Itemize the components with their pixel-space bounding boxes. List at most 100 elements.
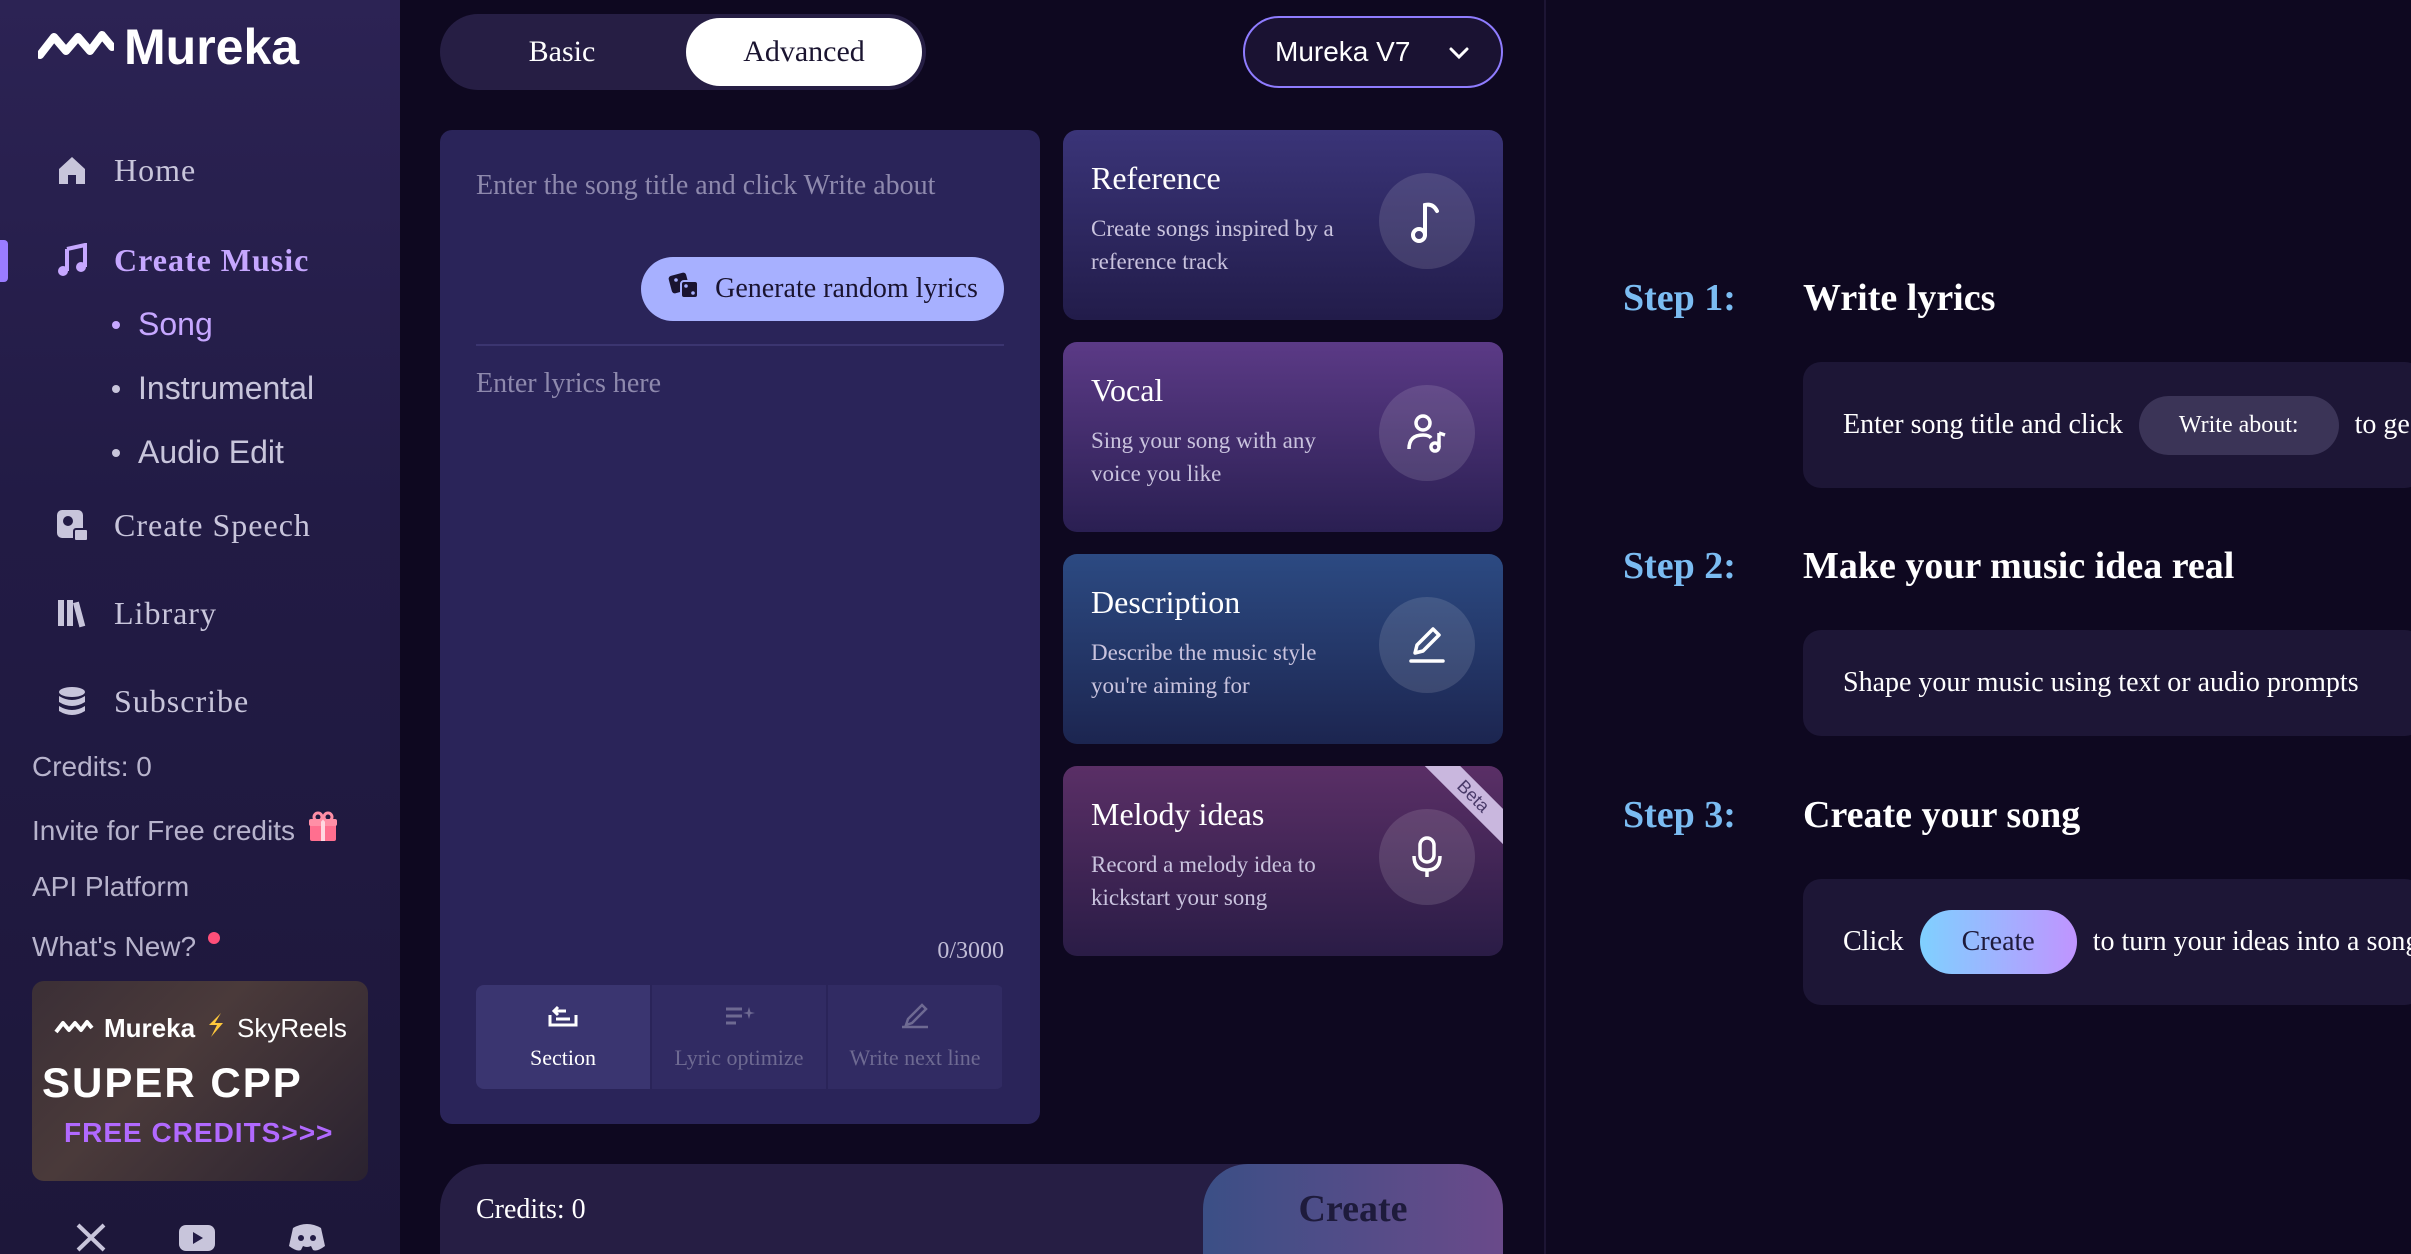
api-platform-link[interactable]: API Platform	[32, 871, 189, 903]
step-3-text-after: to turn your ideas into a song	[2092, 926, 2411, 957]
step-1-label: Step 1:	[1623, 277, 1736, 319]
step-2-text: Shape your music using text or audio pro…	[1843, 667, 2359, 698]
promo-banner[interactable]: Mureka SkyReels SUPER CPP FREE CREDITS>>…	[32, 981, 368, 1181]
api-platform-label: API Platform	[32, 871, 190, 902]
divider	[476, 344, 1004, 346]
credits-text: Credits: 0	[32, 751, 152, 783]
mode-basic-button[interactable]: Basic	[444, 18, 680, 86]
mureka-logo-icon	[36, 25, 116, 70]
nav-library[interactable]: Library	[52, 593, 217, 633]
nav-library-label: Library	[114, 594, 217, 631]
credits-label: Credits: 0	[32, 751, 152, 782]
music-note-icon	[1379, 173, 1475, 269]
step-2-title: Make your music idea real	[1803, 545, 2235, 587]
nav-subscribe[interactable]: Subscribe	[52, 681, 249, 721]
character-count: 0/3000	[937, 938, 1004, 964]
lyric-optimize-button[interactable]: Lyric optimize	[652, 985, 828, 1089]
dice-icon	[667, 268, 701, 310]
mode-advanced-button[interactable]: Advanced	[686, 18, 922, 86]
vertical-separator	[1544, 0, 1546, 1254]
nav-subscribe-label: Subscribe	[114, 682, 250, 719]
speech-icon	[52, 505, 92, 545]
lyric-optimize-label: Lyric optimize	[674, 1045, 804, 1070]
promo-brands: Mureka SkyReels	[54, 1011, 347, 1046]
bullet	[112, 448, 120, 457]
step-1-box: Enter song title and click Write about: …	[1803, 362, 2411, 488]
chevron-down-icon	[1447, 36, 1471, 68]
nav-create-speech[interactable]: Create Speech	[52, 505, 311, 545]
generate-random-lyrics-label: Generate random lyrics	[715, 273, 978, 304]
section-icon	[546, 1003, 580, 1035]
x-icon[interactable]	[75, 1222, 107, 1254]
bullet	[112, 384, 120, 393]
step-1-title: Write lyrics	[1803, 277, 1996, 319]
active-indicator	[0, 240, 8, 282]
logo-text: Mureka	[124, 19, 300, 75]
home-icon	[52, 150, 92, 190]
card-description: Create songs inspired by a reference tra…	[1091, 216, 1334, 274]
card-description: Record a melody idea to kickstart your s…	[1091, 852, 1316, 910]
lyrics-textarea[interactable]: Enter lyrics here	[476, 368, 661, 400]
social-links	[75, 1222, 327, 1254]
description-card[interactable]: Description Describe the music style you…	[1063, 554, 1503, 744]
step-3-text-before: Click	[1843, 926, 1904, 957]
sub-nav-instrumental-label: Instrumental	[138, 370, 315, 406]
step-2-box: Shape your music using text or audio pro…	[1803, 630, 2411, 736]
step-3-title: Create your song	[1803, 794, 2081, 836]
logo[interactable]: Mureka	[36, 18, 300, 76]
mureka-logo-icon	[54, 1013, 94, 1044]
write-next-line-button[interactable]: Write next line	[828, 985, 1004, 1089]
generate-random-lyrics-button[interactable]: Generate random lyrics	[641, 257, 1004, 321]
skyreels-logo-icon	[205, 1011, 227, 1046]
card-description: Describe the music style you're aiming f…	[1091, 640, 1317, 698]
nav-home-label: Home	[114, 151, 197, 188]
write-about-pill: Write about:	[2138, 395, 2339, 455]
promo-brand-skyreels: SkyReels	[237, 1013, 347, 1043]
sub-nav-instrumental[interactable]: Instrumental	[112, 370, 314, 407]
pencil-icon	[1379, 597, 1475, 693]
nav-home[interactable]: Home	[52, 150, 196, 190]
promo-title: SUPER CPP	[42, 1059, 303, 1106]
nav-create-music-label: Create Music	[114, 241, 310, 278]
model-select-value: Mureka V7	[1275, 36, 1411, 67]
coins-icon	[52, 681, 92, 721]
microphone-icon	[1379, 809, 1475, 905]
bottom-bar: Credits: 0 Create	[440, 1164, 1503, 1254]
invite-link[interactable]: Invite for Free credits	[32, 811, 339, 850]
melody-ideas-card[interactable]: Beta Melody ideas Record a melody idea t…	[1063, 766, 1503, 956]
youtube-icon[interactable]	[177, 1222, 217, 1254]
lyrics-panel: Enter the song title and click Write abo…	[440, 130, 1040, 1124]
nav-create-music[interactable]: Create Music	[52, 240, 309, 280]
library-icon	[52, 593, 92, 633]
step-1-text-before: Enter song title and click	[1843, 409, 2123, 440]
notification-dot	[208, 932, 221, 944]
discord-icon[interactable]	[287, 1222, 327, 1254]
music-note-icon	[52, 240, 92, 280]
step-3-box: Click Create to turn your ideas into a s…	[1803, 879, 2411, 1005]
song-title-input[interactable]: Enter the song title and click Write abo…	[476, 170, 935, 202]
gift-icon	[307, 811, 339, 850]
sub-nav-audio-edit-label: Audio Edit	[138, 434, 284, 470]
bottom-credits: Credits: 0	[476, 1194, 586, 1225]
invite-label: Invite for Free credits	[32, 814, 295, 846]
sub-nav-audio-edit[interactable]: Audio Edit	[112, 434, 284, 471]
nav-create-speech-label: Create Speech	[114, 506, 311, 543]
section-button[interactable]: Section	[476, 985, 652, 1089]
write-next-line-label: Write next line	[849, 1045, 981, 1070]
card-title: Vocal	[1091, 372, 1164, 408]
card-title: Reference	[1091, 160, 1221, 196]
create-button[interactable]: Create	[1203, 1164, 1503, 1254]
step-2-label: Step 2:	[1623, 545, 1736, 587]
vocal-card[interactable]: Vocal Sing your song with any voice you …	[1063, 342, 1503, 532]
reference-card[interactable]: Reference Create songs inspired by a ref…	[1063, 130, 1503, 320]
bullet	[112, 320, 120, 329]
lyrics-tools: Section Lyric optimize Write next line	[476, 985, 1004, 1089]
step-1-text-after: to ge	[2354, 409, 2410, 440]
card-description: Sing your song with any voice you like	[1091, 428, 1316, 486]
pen-icon	[898, 1003, 932, 1035]
model-select[interactable]: Mureka V7	[1243, 16, 1503, 88]
whats-new-link[interactable]: What's New?	[32, 931, 221, 963]
promo-subtitle: FREE CREDITS>>>	[64, 1117, 334, 1148]
sub-nav-song[interactable]: Song	[112, 306, 213, 343]
section-label: Section	[530, 1045, 596, 1070]
